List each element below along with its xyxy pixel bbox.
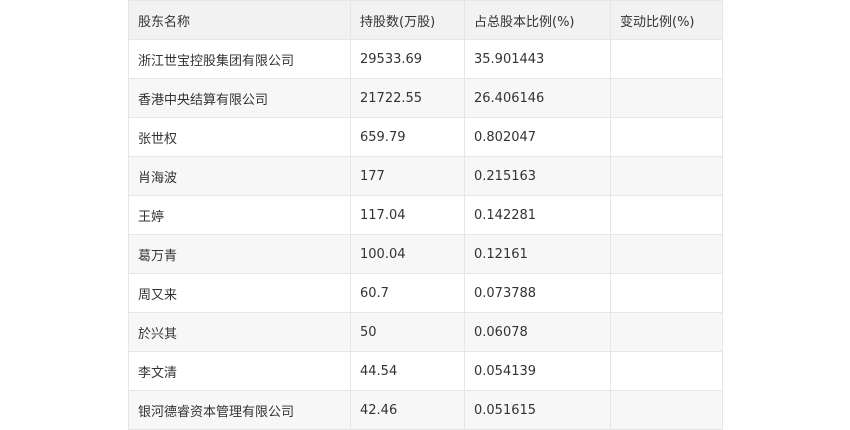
cell-shareholder-name: 肖海波 <box>128 156 351 196</box>
cell-change-ratio <box>610 312 723 352</box>
shareholder-table-container: 股东名称 持股数(万股) 占总股本比例(%) 变动比例(%) 浙江世宝控股集团有… <box>128 0 723 430</box>
table-row: 银河德睿资本管理有限公司 42.46 0.051615 <box>128 390 723 430</box>
cell-shareholder-name: 葛万青 <box>128 234 351 274</box>
cell-shareholder-name: 周又来 <box>128 273 351 313</box>
cell-shareholder-name: 银河德睿资本管理有限公司 <box>128 390 351 430</box>
cell-shares-held: 42.46 <box>350 390 465 430</box>
cell-change-ratio <box>610 351 723 391</box>
shareholder-table: 股东名称 持股数(万股) 占总股本比例(%) 变动比例(%) 浙江世宝控股集团有… <box>128 0 723 430</box>
table-header-row: 股东名称 持股数(万股) 占总股本比例(%) 变动比例(%) <box>128 0 723 40</box>
table-row: 周又来 60.7 0.073788 <box>128 273 723 313</box>
cell-change-ratio <box>610 195 723 235</box>
cell-change-ratio <box>610 390 723 430</box>
cell-change-ratio <box>610 273 723 313</box>
header-shareholder-name: 股东名称 <box>128 0 351 40</box>
cell-shares-held: 659.79 <box>350 117 465 157</box>
cell-shareholder-name: 香港中央结算有限公司 <box>128 78 351 118</box>
cell-shareholder-name: 张世权 <box>128 117 351 157</box>
header-share-ratio: 占总股本比例(%) <box>464 0 611 40</box>
cell-change-ratio <box>610 39 723 79</box>
cell-change-ratio <box>610 156 723 196</box>
table-row: 香港中央结算有限公司 21722.55 26.406146 <box>128 78 723 118</box>
cell-share-ratio: 0.054139 <box>464 351 611 391</box>
cell-share-ratio: 0.12161 <box>464 234 611 274</box>
cell-share-ratio: 0.142281 <box>464 195 611 235</box>
cell-shareholder-name: 李文清 <box>128 351 351 391</box>
cell-shareholder-name: 王婷 <box>128 195 351 235</box>
cell-shares-held: 100.04 <box>350 234 465 274</box>
header-shares-held: 持股数(万股) <box>350 0 465 40</box>
cell-shares-held: 44.54 <box>350 351 465 391</box>
table-row: 浙江世宝控股集团有限公司 29533.69 35.901443 <box>128 39 723 79</box>
cell-shareholder-name: 浙江世宝控股集团有限公司 <box>128 39 351 79</box>
header-change-ratio: 变动比例(%) <box>610 0 723 40</box>
cell-shareholder-name: 於兴其 <box>128 312 351 352</box>
cell-shares-held: 117.04 <box>350 195 465 235</box>
cell-shares-held: 50 <box>350 312 465 352</box>
table-row: 张世权 659.79 0.802047 <box>128 117 723 157</box>
cell-share-ratio: 35.901443 <box>464 39 611 79</box>
cell-share-ratio: 0.073788 <box>464 273 611 313</box>
cell-shares-held: 21722.55 <box>350 78 465 118</box>
table-row: 葛万青 100.04 0.12161 <box>128 234 723 274</box>
cell-shares-held: 60.7 <box>350 273 465 313</box>
table-row: 於兴其 50 0.06078 <box>128 312 723 352</box>
cell-change-ratio <box>610 78 723 118</box>
cell-share-ratio: 26.406146 <box>464 78 611 118</box>
cell-change-ratio <box>610 117 723 157</box>
cell-shares-held: 29533.69 <box>350 39 465 79</box>
cell-shares-held: 177 <box>350 156 465 196</box>
table-row: 王婷 117.04 0.142281 <box>128 195 723 235</box>
cell-share-ratio: 0.051615 <box>464 390 611 430</box>
table-row: 肖海波 177 0.215163 <box>128 156 723 196</box>
table-row: 李文清 44.54 0.054139 <box>128 351 723 391</box>
cell-share-ratio: 0.215163 <box>464 156 611 196</box>
cell-share-ratio: 0.06078 <box>464 312 611 352</box>
cell-share-ratio: 0.802047 <box>464 117 611 157</box>
cell-change-ratio <box>610 234 723 274</box>
